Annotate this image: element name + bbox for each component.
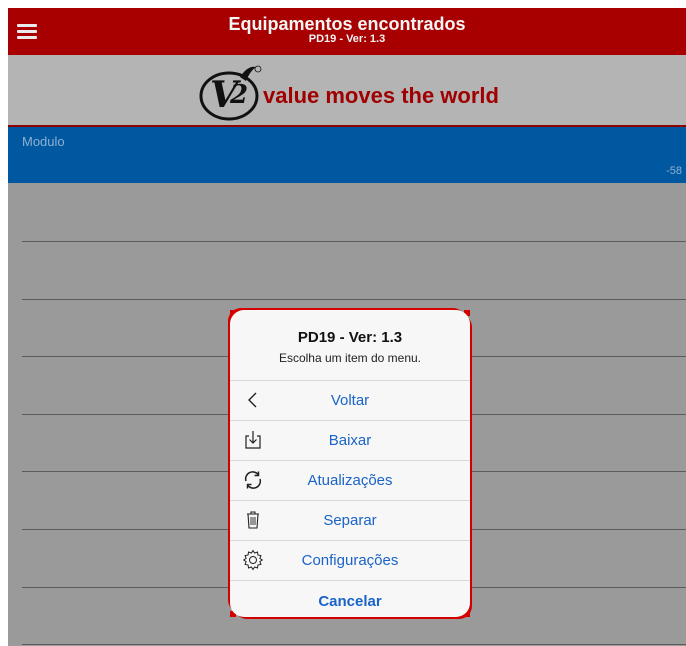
- chevron-left-icon: [248, 392, 257, 408]
- list-divider: [22, 299, 686, 300]
- baixar-button[interactable]: Baixar: [230, 421, 470, 461]
- atualizacoes-label: Atualizações: [307, 472, 393, 489]
- action-sheet-header: PD19 - Ver: 1.3 Escolha um item do menu.: [230, 310, 470, 381]
- voltar-label: Voltar: [330, 392, 370, 409]
- cancel-label: Cancelar: [318, 592, 382, 610]
- refresh-icon: [244, 471, 262, 489]
- module-row[interactable]: Modulo -58: [8, 127, 686, 183]
- download-icon: [245, 431, 261, 449]
- page-title: Equipamentos encontrados: [228, 14, 466, 34]
- page-subtitle: PD19 - Ver: 1.3: [308, 33, 386, 45]
- separar-label: Separar: [323, 512, 377, 529]
- signal-value: -58: [666, 165, 682, 177]
- cancel-button[interactable]: Cancelar: [230, 581, 470, 617]
- voltar-button[interactable]: Voltar: [230, 381, 470, 421]
- app-window: Equipamentos encontrados PD19 - Ver: 1.3…: [8, 8, 686, 646]
- action-sheet-message: Escolha um item do menu.: [278, 351, 422, 365]
- title-bar: Equipamentos encontrados PD19 - Ver: 1.3: [8, 8, 686, 55]
- v2-logo: V 2: [199, 65, 262, 121]
- gear-icon: [242, 549, 264, 571]
- brand-tagline: value moves the world: [263, 83, 499, 108]
- configuracoes-button[interactable]: Configurações: [230, 541, 470, 581]
- trash-icon: [247, 511, 259, 529]
- separar-button[interactable]: Separar: [230, 501, 470, 541]
- atualizacoes-button[interactable]: Atualizações: [230, 461, 470, 501]
- action-sheet-title: PD19 - Ver: 1.3: [297, 329, 403, 346]
- action-sheet: PD19 - Ver: 1.3 Escolha um item do menu.…: [230, 310, 470, 617]
- module-label: Modulo: [22, 134, 65, 149]
- baixar-label: Baixar: [328, 432, 372, 449]
- list-divider: [22, 241, 686, 242]
- list-divider: [22, 644, 686, 645]
- brand-banner: V 2 value moves the world: [8, 55, 686, 127]
- svg-text:2: 2: [229, 80, 248, 110]
- configuracoes-label: Configurações: [301, 552, 399, 569]
